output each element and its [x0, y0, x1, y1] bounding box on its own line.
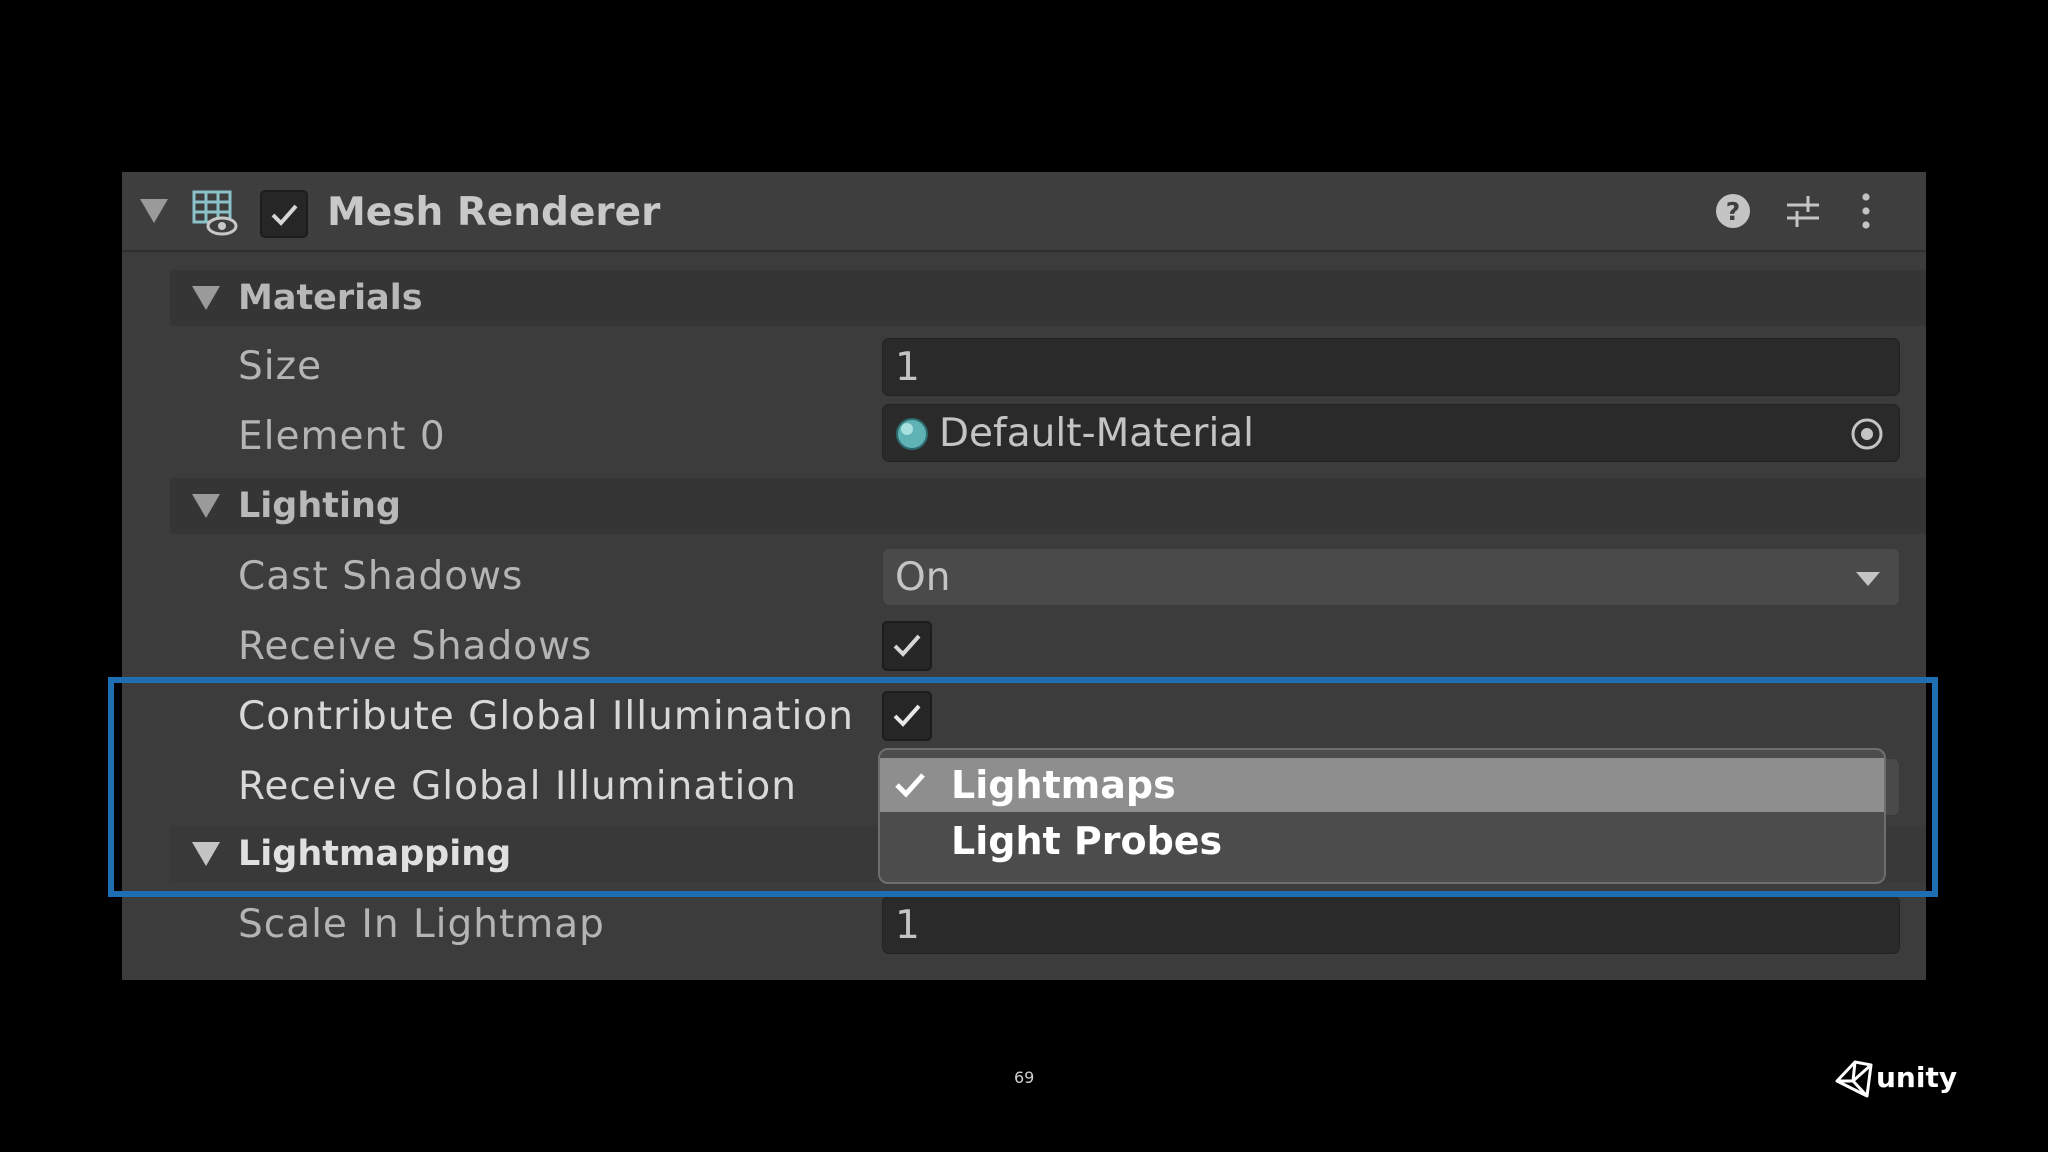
- unity-logo-icon: [1835, 1060, 1873, 1098]
- receive-shadows-label: Receive Shadows: [238, 624, 593, 669]
- collapse-arrow-icon[interactable]: [140, 199, 168, 223]
- svg-text:?: ?: [1726, 197, 1741, 226]
- element-0-value: Default-Material: [939, 411, 1255, 456]
- cast-shadows-value: On: [895, 555, 951, 600]
- component-header[interactable]: Mesh Renderer ?: [122, 172, 1926, 252]
- cast-shadows-label: Cast Shadows: [238, 554, 524, 599]
- element-0-label: Element 0: [238, 414, 446, 459]
- unity-brand-text: unity: [1876, 1061, 1958, 1094]
- kebab-menu-icon[interactable]: [1856, 192, 1876, 230]
- lighting-section-header[interactable]: Lighting: [170, 478, 1926, 534]
- preset-icon[interactable]: [1784, 192, 1822, 230]
- materials-section-header[interactable]: Materials: [170, 270, 1926, 326]
- object-picker-icon[interactable]: [1849, 416, 1885, 452]
- mesh-renderer-icon: [192, 190, 238, 236]
- lighting-section-label: Lighting: [238, 486, 401, 526]
- help-icon[interactable]: ?: [1714, 192, 1752, 230]
- receive-shadows-checkbox[interactable]: [882, 621, 932, 671]
- highlight-box: [108, 677, 1938, 897]
- scale-in-lightmap-field[interactable]: 1: [882, 896, 1900, 954]
- collapse-arrow-icon[interactable]: [192, 494, 220, 518]
- size-label: Size: [238, 344, 323, 389]
- component-title: Mesh Renderer: [327, 190, 661, 235]
- materials-section-label: Materials: [238, 278, 423, 318]
- component-enabled-checkbox[interactable]: [260, 190, 308, 238]
- chevron-down-icon: [1856, 572, 1880, 586]
- collapse-arrow-icon[interactable]: [192, 286, 220, 310]
- page-number: 69: [1014, 1068, 1035, 1087]
- scale-in-lightmap-label: Scale In Lightmap: [238, 902, 605, 947]
- element-0-field[interactable]: Default-Material: [882, 404, 1900, 462]
- size-field[interactable]: 1: [882, 338, 1900, 396]
- material-sphere-icon: [896, 418, 928, 450]
- cast-shadows-dropdown[interactable]: On: [882, 548, 1900, 606]
